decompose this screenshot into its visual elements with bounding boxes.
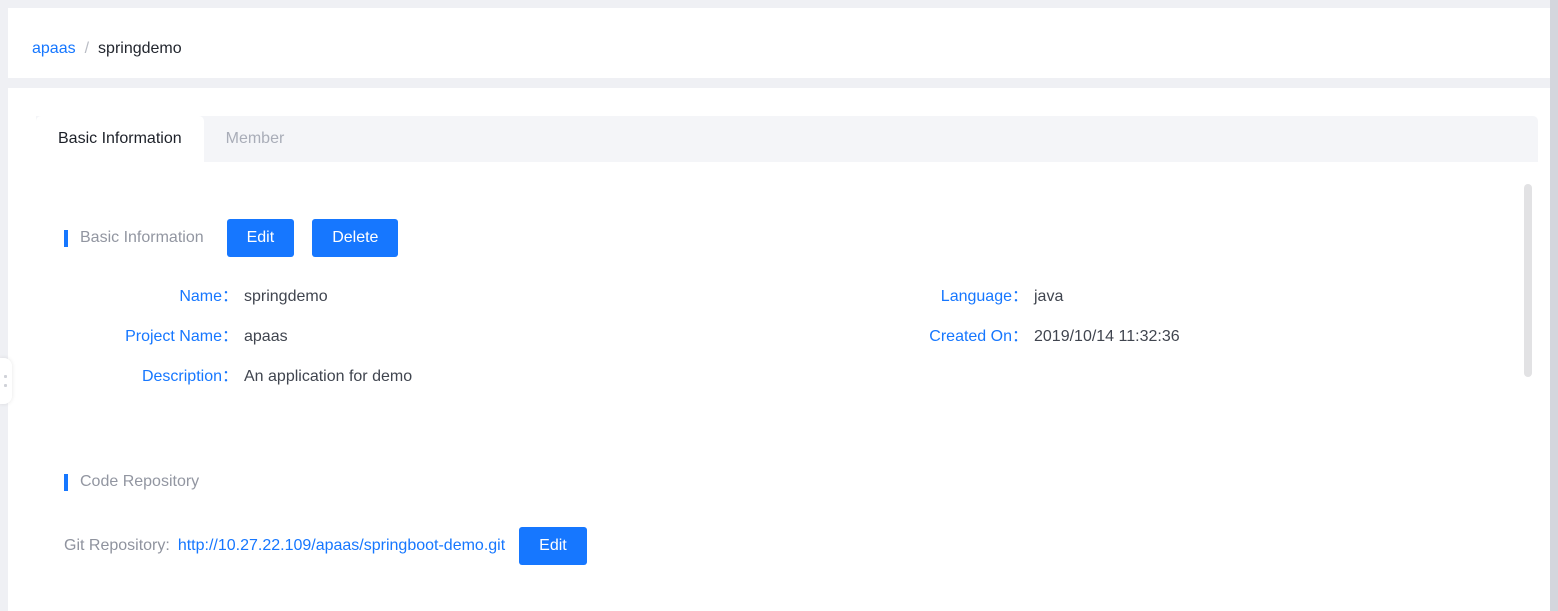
vertical-scrollbar[interactable] xyxy=(1524,184,1532,611)
field-language: Language： java xyxy=(854,282,1474,322)
handle-dot-icon xyxy=(4,384,7,387)
field-created-on-label: Created On： xyxy=(929,328,1028,345)
page-header: apaas / springdemo xyxy=(8,8,1550,78)
field-project-name-label: Project Name： xyxy=(125,328,238,345)
handle-dot-icon xyxy=(4,375,7,378)
field-name: Name： springdemo xyxy=(64,282,684,322)
delete-application-button[interactable]: Delete xyxy=(312,219,399,257)
field-description-label: Description： xyxy=(141,368,238,385)
field-language-label: Language： xyxy=(940,288,1028,305)
tab-bar: Basic Information Member xyxy=(36,116,1538,162)
code-repository-header: Code Repository xyxy=(64,464,587,500)
breadcrumb: apaas / springdemo xyxy=(32,38,182,60)
window-right-edge xyxy=(1550,0,1558,611)
code-repository-title: Code Repository xyxy=(80,473,200,490)
basic-information-header: Basic Information Edit Delete xyxy=(64,219,399,257)
git-repository-url[interactable]: http://10.27.22.109/apaas/springboot-dem… xyxy=(178,537,505,555)
tab-basic-information-label: Basic Information xyxy=(58,130,182,147)
field-project-name-value: apaas xyxy=(244,328,288,345)
breadcrumb-current: springdemo xyxy=(98,40,182,57)
field-description-value: An application for demo xyxy=(244,368,413,385)
basic-information-fields: Name： springdemo Project Name： apaas Des… xyxy=(64,282,1180,402)
section-accent-bar-icon xyxy=(64,473,68,491)
field-description: Description： An application for demo xyxy=(64,362,684,402)
field-name-label: Name： xyxy=(179,288,238,305)
tab-member-label: Member xyxy=(225,130,285,147)
basic-information-left-column: Name： springdemo Project Name： apaas Des… xyxy=(64,282,684,402)
section-accent-bar-icon xyxy=(64,229,68,247)
vertical-scrollbar-thumb[interactable] xyxy=(1524,184,1532,377)
breadcrumb-separator: / xyxy=(84,40,90,57)
window-top-edge xyxy=(0,0,1550,8)
tab-member[interactable]: Member xyxy=(204,116,307,162)
content-card: Basic Information Member Basic Informati… xyxy=(8,88,1550,611)
basic-information-section: Basic Information Edit Delete Name： spri… xyxy=(64,219,1180,402)
field-language-value: java xyxy=(1034,288,1064,305)
basic-information-right-column: Language： java Created On： 2019/10/14 11… xyxy=(854,282,1474,362)
field-name-value: springdemo xyxy=(244,288,328,305)
sidebar-collapse-handle[interactable] xyxy=(0,358,12,404)
field-created-on: Created On： 2019/10/14 11:32:36 xyxy=(854,322,1474,362)
git-repository-row: Git Repository: http://10.27.22.109/apaa… xyxy=(64,527,587,565)
basic-information-title: Basic Information xyxy=(80,229,204,246)
edit-basic-information-button[interactable]: Edit xyxy=(226,219,295,257)
field-project-name: Project Name： apaas xyxy=(64,322,684,362)
edit-git-repository-button[interactable]: Edit xyxy=(519,527,587,565)
git-repository-label: Git Repository: xyxy=(64,537,170,554)
tab-basic-information[interactable]: Basic Information xyxy=(36,116,204,162)
detail-scroll-area: Basic Information Edit Delete Name： spri… xyxy=(8,162,1550,611)
breadcrumb-link-apaas[interactable]: apaas xyxy=(32,38,76,60)
basic-information-actions: Edit Delete xyxy=(226,219,399,257)
code-repository-section: Code Repository Git Repository: http://1… xyxy=(64,464,587,565)
field-created-on-value: 2019/10/14 11:32:36 xyxy=(1034,328,1180,345)
